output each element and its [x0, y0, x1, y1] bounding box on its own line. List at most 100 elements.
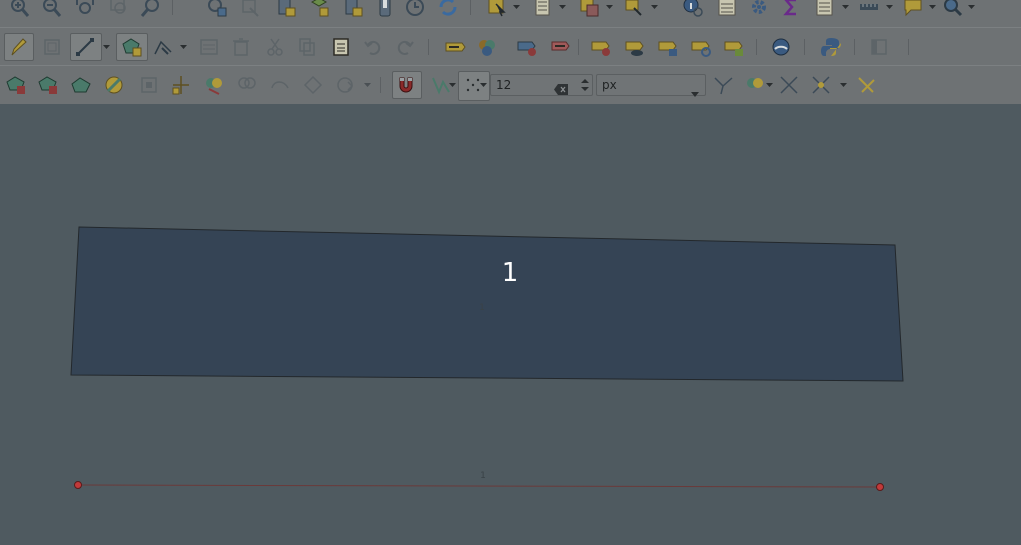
line-feature: [77, 484, 881, 488]
highlight-pinned-icon[interactable]: [550, 36, 572, 58]
select-by-location-icon[interactable]: [578, 0, 600, 18]
chevron-down-icon[interactable]: [449, 81, 456, 88]
toolbar-separator: [470, 0, 471, 15]
tolerance-value: 12: [496, 78, 512, 92]
change-label-icon[interactable]: [723, 36, 745, 58]
measure-icon[interactable]: [858, 0, 880, 18]
zoom-last-icon[interactable]: [240, 0, 262, 18]
offset-curve-icon[interactable]: [37, 74, 59, 96]
toggle-editing-icon[interactable]: [7, 36, 29, 58]
clear-icon[interactable]: [554, 80, 568, 95]
chevron-down-icon[interactable]: [559, 3, 566, 10]
settings-gear-icon[interactable]: [748, 0, 770, 18]
polygon-label: 1: [501, 258, 519, 288]
annotation-icon[interactable]: [902, 0, 924, 18]
chevron-down-icon[interactable]: [180, 43, 187, 50]
chevron-down-icon[interactable]: [103, 43, 110, 50]
chevron-down-icon[interactable]: [929, 3, 936, 10]
move-label-icon[interactable]: [657, 36, 679, 58]
line-start-vertex: [74, 481, 82, 489]
add-feature-icon[interactable]: [120, 36, 142, 58]
sum-icon[interactable]: [780, 0, 802, 18]
current-edits-icon[interactable]: [41, 36, 63, 58]
simplify-icon[interactable]: [203, 74, 225, 96]
chevron-down-icon[interactable]: [480, 81, 487, 88]
zoom-out-icon[interactable]: [40, 0, 62, 18]
identify-icon[interactable]: [682, 0, 704, 18]
show-hide-labels-icon[interactable]: [624, 36, 646, 58]
toolbar-separator: [908, 39, 909, 55]
select-features-icon[interactable]: [486, 0, 508, 18]
search-icon[interactable]: [942, 0, 964, 18]
units-value: px: [602, 78, 617, 92]
zoom-full-icon[interactable]: [74, 0, 96, 18]
advanced-digitizing-icon[interactable]: [5, 74, 27, 96]
plugin-icon[interactable]: [868, 36, 890, 58]
python-console-icon[interactable]: [820, 36, 842, 58]
chevron-down-icon[interactable]: [968, 3, 975, 10]
spin-arrows-icon[interactable]: [580, 76, 590, 94]
add-part-icon[interactable]: [269, 74, 291, 96]
zoom-layer-icon[interactable]: [140, 0, 162, 18]
new-bookmark-icon[interactable]: [275, 0, 297, 18]
rotate-label-icon[interactable]: [690, 36, 712, 58]
clock-icon[interactable]: [404, 0, 426, 18]
layer-labeling-icon[interactable]: [476, 36, 498, 58]
paste-features-icon[interactable]: [330, 36, 352, 58]
reshape-icon[interactable]: [70, 74, 92, 96]
refresh-icon[interactable]: [374, 0, 396, 18]
split-features-icon[interactable]: [103, 74, 125, 96]
label-toolbar-icon[interactable]: [444, 36, 466, 58]
pan-map-icon[interactable]: [8, 0, 30, 18]
map-canvas-drawing: [70, 226, 904, 491]
toolbar-separator: [172, 0, 173, 15]
toolbar-separator: [804, 39, 805, 55]
toolbar-area: 12 px: [0, 0, 1021, 104]
fill-ring-icon[interactable]: [302, 74, 324, 96]
chevron-down-icon: [691, 83, 699, 97]
pin-label-icon[interactable]: [590, 36, 612, 58]
merge-features-icon[interactable]: [138, 74, 160, 96]
toolbar-separator: [578, 39, 579, 55]
toolbar-separator: [428, 39, 429, 55]
map-canvas[interactable]: 1 1 1: [0, 104, 1021, 545]
toolbar-separator: [854, 39, 855, 55]
zoom-native-icon[interactable]: [206, 0, 228, 18]
layer-diagram-icon[interactable]: [516, 36, 538, 58]
undo-icon[interactable]: [362, 36, 384, 58]
snapping-tolerance-spinbox[interactable]: 12: [490, 74, 593, 96]
add-ring-icon[interactable]: [236, 74, 258, 96]
chevron-down-icon[interactable]: [606, 3, 613, 10]
deselect-icon[interactable]: [622, 0, 644, 18]
open-table-icon[interactable]: [814, 0, 836, 18]
show-bookmarks-icon[interactable]: [308, 0, 330, 18]
toolbar-separator: [756, 39, 757, 55]
toolbar-separator: [380, 77, 381, 93]
cut-features-icon[interactable]: [264, 36, 286, 58]
delete-selected-icon[interactable]: [230, 36, 252, 58]
copy-features-icon[interactable]: [296, 36, 318, 58]
chevron-down-icon[interactable]: [513, 3, 520, 10]
zoom-selection-icon[interactable]: [108, 0, 130, 18]
delete-ring-icon[interactable]: [334, 74, 356, 96]
polygon-small-label: 1: [479, 303, 485, 313]
temporal-controller-icon[interactable]: [342, 0, 364, 18]
tolerance-units-select[interactable]: px: [596, 74, 706, 97]
chevron-down-icon[interactable]: [364, 81, 371, 88]
attribute-table-icon[interactable]: [532, 0, 554, 18]
line-end-vertex: [876, 483, 884, 491]
digitizing-toolbar: [0, 27, 1021, 64]
line-label: 1: [480, 471, 486, 481]
modify-attributes-icon[interactable]: [198, 36, 220, 58]
vertex-tool-icon[interactable]: [152, 36, 174, 58]
chevron-down-icon[interactable]: [842, 3, 849, 10]
gps-icon[interactable]: [770, 36, 792, 58]
digitize-icon[interactable]: [74, 36, 96, 58]
snapping-icon[interactable]: [395, 74, 417, 96]
redo-icon[interactable]: [394, 36, 416, 58]
statistics-icon[interactable]: [716, 0, 738, 18]
reload-icon[interactable]: [437, 0, 459, 18]
chevron-down-icon[interactable]: [886, 3, 893, 10]
rotate-feature-icon[interactable]: [170, 74, 192, 96]
chevron-down-icon[interactable]: [651, 3, 658, 10]
